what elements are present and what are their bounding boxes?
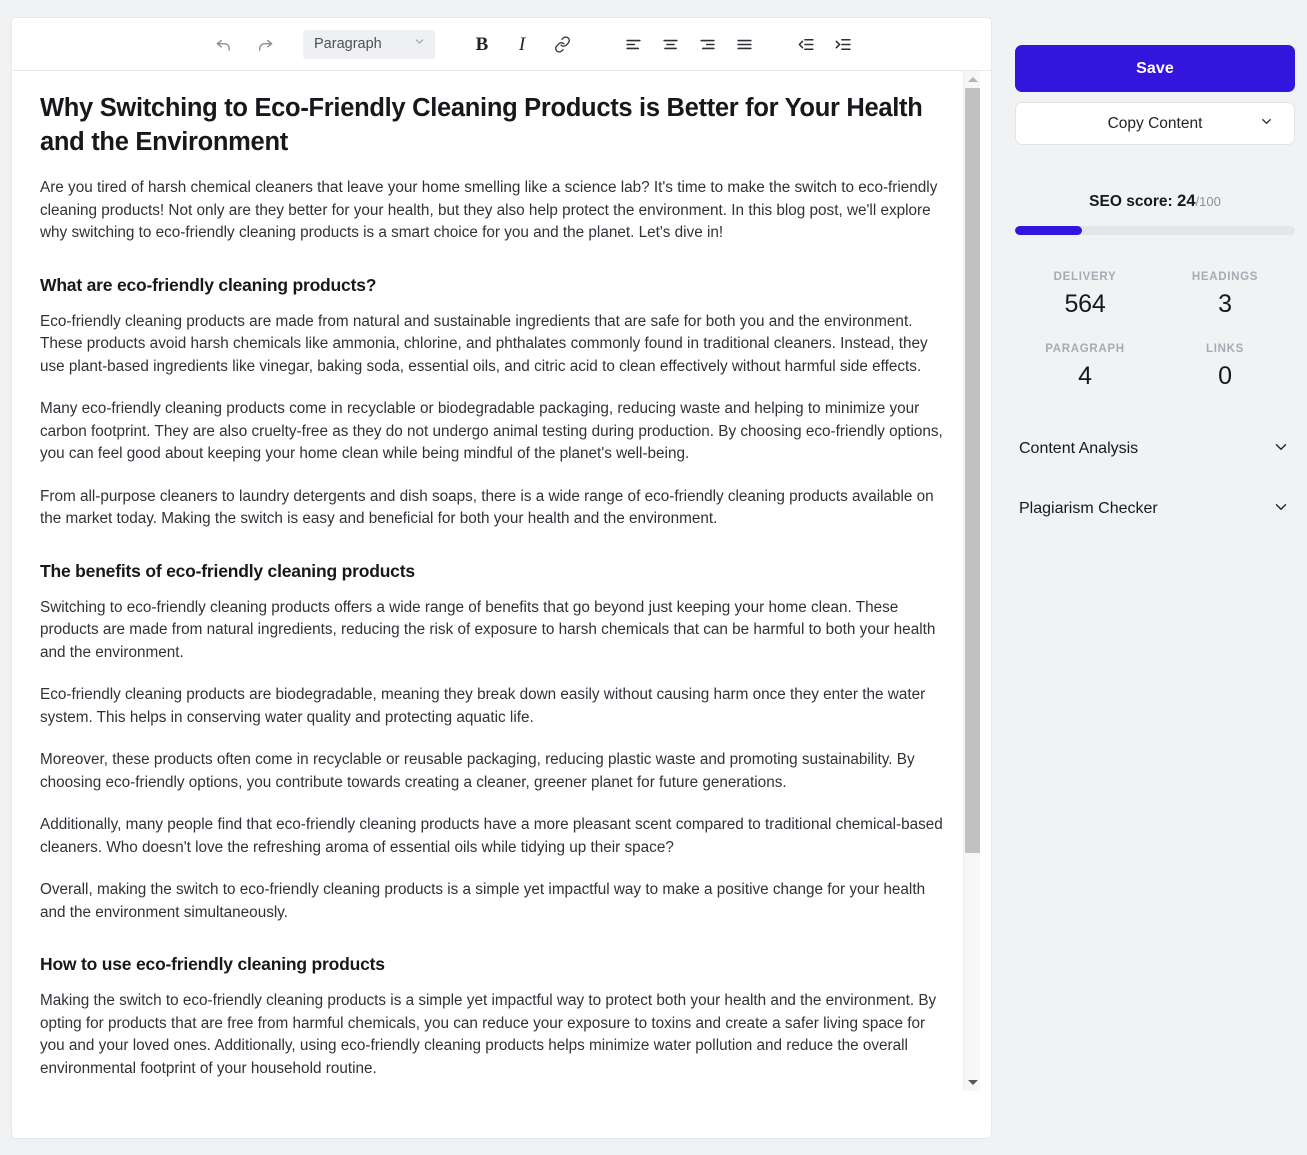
undo-icon[interactable] — [207, 27, 241, 61]
scrollbar-up-arrow-icon[interactable] — [964, 71, 981, 88]
accordion-label: Content Analysis — [1019, 440, 1139, 457]
editor-scrollbar[interactable] — [963, 71, 980, 1091]
stat-headings: HEADINGS 3 — [1155, 271, 1295, 319]
stat-links: LINKS 0 — [1155, 343, 1295, 391]
document-scroll-area[interactable]: Why Switching to Eco-Friendly Cleaning P… — [12, 71, 991, 1091]
heading-how-to-use: How to use eco-friendly cleaning product… — [40, 954, 385, 974]
right-sidebar: Save Copy Content SEO score: 24/100 DELI… — [1003, 0, 1307, 1155]
seo-score: SEO score: 24/100 — [1015, 192, 1295, 211]
redo-icon[interactable] — [247, 27, 281, 61]
block-format-select[interactable]: Paragraph — [303, 29, 435, 59]
copy-content-button[interactable]: Copy Content — [1015, 102, 1295, 145]
triangle-down-icon — [967, 1080, 978, 1085]
indent-icon[interactable] — [826, 27, 860, 61]
history-group — [207, 27, 281, 61]
outdent-icon[interactable] — [789, 27, 823, 61]
align-left-icon[interactable] — [616, 27, 650, 61]
paragraph-intro: Are you tired of harsh chemical cleaners… — [40, 179, 938, 241]
accordion-plagiarism-checker[interactable]: Plagiarism Checker — [1015, 479, 1295, 539]
format-group: B I — [465, 27, 579, 61]
seo-score-value: 24 — [1177, 192, 1196, 210]
alignment-group — [616, 27, 761, 61]
paragraph-5: Eco-friendly cleaning products are biode… — [40, 686, 926, 726]
document-body[interactable]: Why Switching to Eco-Friendly Cleaning P… — [12, 71, 991, 1080]
accordion-content-analysis[interactable]: Content Analysis — [1015, 419, 1295, 479]
paragraph-8: Overall, making the switch to eco-friend… — [40, 881, 926, 921]
italic-label: I — [518, 33, 526, 55]
seo-score-max: /100 — [1195, 194, 1221, 209]
bold-button[interactable]: B — [465, 27, 499, 61]
accordion-label: Plagiarism Checker — [1019, 500, 1158, 517]
stat-value: 3 — [1218, 290, 1232, 318]
block-format-value: Paragraph — [314, 36, 382, 52]
align-justify-icon[interactable] — [727, 27, 761, 61]
editor-toolbar: Paragraph B I — [12, 18, 991, 71]
paragraph-6: Moreover, these products often come in r… — [40, 751, 915, 791]
chevron-down-icon — [1259, 114, 1274, 134]
stat-label: LINKS — [1206, 343, 1244, 355]
chevron-down-icon — [413, 35, 426, 53]
scrollbar-down-arrow-icon[interactable] — [964, 1074, 981, 1091]
align-center-icon[interactable] — [653, 27, 687, 61]
chevron-down-icon — [1272, 438, 1290, 461]
italic-button[interactable]: I — [505, 27, 539, 61]
seo-progress-fill — [1015, 226, 1083, 235]
seo-progress-bar — [1015, 226, 1295, 235]
paragraph-9: Making the switch to eco-friendly cleani… — [40, 992, 937, 1077]
stat-delivery: DELIVERY 564 — [1015, 271, 1155, 319]
stat-label: PARAGRAPH — [1045, 343, 1125, 355]
app-root: Paragraph B I Why Switching to Eco-Frien… — [0, 0, 1307, 1155]
stat-label: DELIVERY — [1053, 271, 1117, 283]
heading-benefits: The benefits of eco-friendly cleaning pr… — [40, 560, 415, 581]
heading-what-are: What are eco-friendly cleaning products? — [40, 274, 377, 295]
paragraph-2: Many eco-friendly cleaning products come… — [40, 400, 943, 462]
save-button[interactable]: Save — [1015, 45, 1295, 92]
stat-value: 564 — [1064, 290, 1106, 318]
chevron-down-icon — [1272, 498, 1290, 521]
stat-label: HEADINGS — [1191, 271, 1259, 283]
scrollbar-thumb[interactable] — [965, 88, 980, 853]
paragraph-4: Switching to eco-friendly cleaning produ… — [40, 598, 936, 661]
indent-group — [789, 27, 860, 61]
bold-label: B — [475, 33, 489, 55]
seo-score-label: SEO score: — [1089, 193, 1173, 210]
paragraph-7: Additionally, many people find that eco-… — [40, 816, 943, 856]
copy-content-label: Copy Content — [1107, 114, 1203, 132]
paragraph-1: Eco-friendly cleaning products are made … — [40, 312, 928, 375]
document-title: Why Switching to Eco-Friendly Cleaning P… — [40, 94, 923, 156]
stat-value: 4 — [1078, 362, 1092, 390]
editor-panel: Paragraph B I Why Switching to Eco-Frien… — [12, 18, 991, 1138]
stat-value: 0 — [1218, 362, 1232, 390]
triangle-up-icon — [967, 77, 978, 82]
paragraph-3: From all-purpose cleaners to laundry det… — [40, 487, 934, 528]
accordion-list: Content Analysis Plagiarism Checker — [1015, 419, 1295, 539]
align-right-icon[interactable] — [690, 27, 724, 61]
stat-paragraph: PARAGRAPH 4 — [1015, 343, 1155, 391]
link-icon[interactable] — [545, 27, 579, 61]
stats-grid: DELIVERY 564 HEADINGS 3 PARAGRAPH 4 LINK… — [1015, 271, 1295, 391]
